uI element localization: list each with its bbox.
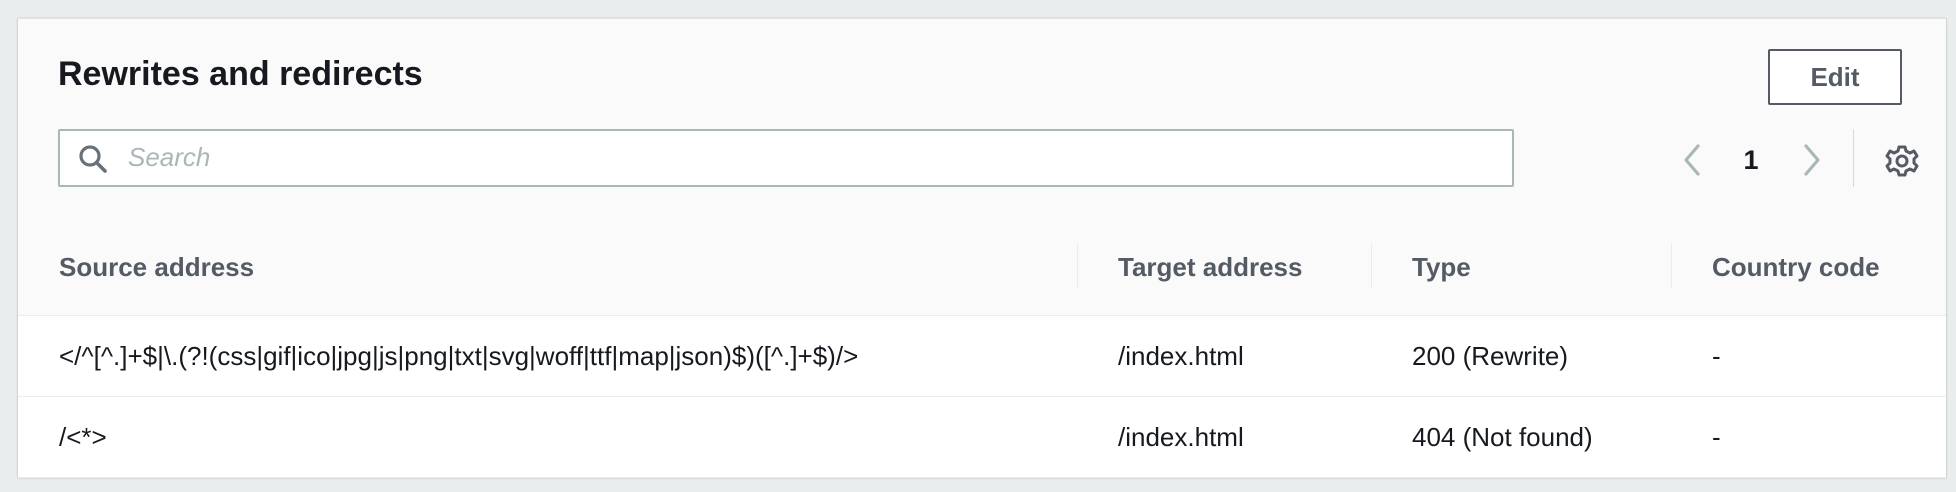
cell-type: 200 (Rewrite) bbox=[1412, 341, 1569, 371]
chevron-right-icon[interactable] bbox=[1796, 143, 1826, 177]
search-input[interactable] bbox=[128, 137, 1488, 177]
cell-source-address: </^[^.]+$|\.(?!(css|gif|ico|jpg|js|png|t… bbox=[59, 341, 859, 371]
column-divider[interactable] bbox=[1371, 243, 1372, 289]
search-box[interactable] bbox=[58, 129, 1514, 187]
gear-icon[interactable] bbox=[1884, 143, 1920, 179]
column-header-target-address[interactable]: Target address bbox=[1118, 219, 1302, 315]
cell-country-code: - bbox=[1712, 341, 1721, 371]
column-divider[interactable] bbox=[1077, 243, 1078, 289]
search-icon bbox=[79, 145, 107, 173]
rewrites-redirects-panel: Rewrites and redirects Edit 1 Source add… bbox=[18, 18, 1946, 478]
cell-type: 404 (Not found) bbox=[1412, 422, 1593, 452]
chevron-left-icon[interactable] bbox=[1678, 143, 1708, 177]
page-number-current[interactable]: 1 bbox=[1736, 143, 1766, 177]
cell-target-address: /index.html bbox=[1118, 341, 1244, 371]
pagination-divider bbox=[1853, 129, 1854, 187]
panel-header: Rewrites and redirects Edit 1 bbox=[18, 19, 1946, 220]
cell-country-code: - bbox=[1712, 422, 1721, 452]
column-header-source-address[interactable]: Source address bbox=[59, 219, 254, 315]
table-row: </^[^.]+$|\.(?!(css|gif|ico|jpg|js|png|t… bbox=[18, 316, 1946, 397]
column-header-type[interactable]: Type bbox=[1412, 219, 1471, 315]
column-divider[interactable] bbox=[1671, 243, 1672, 289]
cell-target-address: /index.html bbox=[1118, 422, 1244, 452]
cell-source-address: /<*> bbox=[59, 422, 107, 452]
table-header: Source address Target address Type Count… bbox=[18, 219, 1946, 316]
panel-title: Rewrites and redirects bbox=[58, 55, 423, 93]
table-row: /<*> /index.html 404 (Not found) - bbox=[18, 397, 1946, 478]
edit-button[interactable]: Edit bbox=[1768, 49, 1902, 105]
column-header-country-code[interactable]: Country code bbox=[1712, 219, 1880, 315]
